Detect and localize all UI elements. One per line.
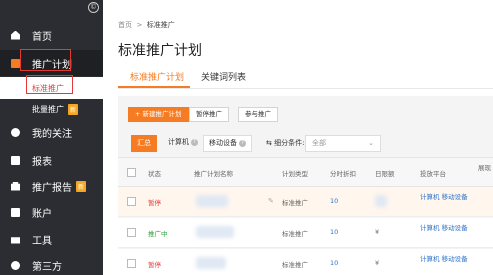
redacted-plan-name xyxy=(196,195,228,207)
table-row[interactable]: 暂停 标准推广 10 ¥ 计算机 移动设备 xyxy=(118,249,493,275)
resume-button[interactable]: 参与推广 xyxy=(238,107,278,122)
filter-icon: ⇆ xyxy=(266,139,272,147)
sidebar-item-label: 报表 xyxy=(32,156,52,168)
column-header-budget[interactable]: 日限额 xyxy=(375,168,395,178)
edit-icon[interactable]: ✎ xyxy=(268,197,274,205)
sidebar-item-label: 推广报告 xyxy=(32,182,72,194)
condition-select[interactable]: 全部 ⌄ xyxy=(305,135,381,152)
tab-standard-plans[interactable]: 标准推广计划 xyxy=(130,70,184,83)
tab-divider xyxy=(118,88,493,89)
discount-link[interactable]: 10 xyxy=(330,197,338,205)
status-text: 暂停 xyxy=(148,261,161,269)
report-icon xyxy=(11,181,20,191)
select-all-checkbox[interactable] xyxy=(127,168,136,177)
help-icon: ? xyxy=(239,139,246,147)
sidebar-item-label: 账户 xyxy=(32,208,52,220)
platform-link[interactable]: 计算机 移动设备 xyxy=(420,193,468,202)
redacted-plan-name xyxy=(196,257,226,269)
sidebar-item-label: 首页 xyxy=(32,31,52,43)
filter-all[interactable]: 汇总 xyxy=(131,135,157,152)
column-header-platform[interactable]: 投放平台 xyxy=(420,168,446,178)
annotation-box xyxy=(26,75,73,94)
breadcrumb: 首页 > 标准推广 xyxy=(118,20,175,30)
condition-label: ⇆ 细分条件: xyxy=(266,138,304,148)
redacted-budget xyxy=(375,195,387,207)
new-badge: 新 xyxy=(68,103,79,115)
sidebar-item-follow[interactable]: 我的关注 xyxy=(0,119,103,145)
platform-link[interactable]: 计算机 移动设备 xyxy=(420,224,468,233)
column-header-discount[interactable]: 分时折扣 xyxy=(330,168,356,178)
column-header-plan-type[interactable]: 计划类型 xyxy=(282,168,308,178)
sidebar-item-label: 工具 xyxy=(32,235,52,247)
sidebar-item-label: 第三方 xyxy=(32,261,62,273)
collapse-sidebar-icon[interactable]: © xyxy=(88,2,99,13)
column-header-status[interactable]: 状态 xyxy=(148,168,161,178)
condition-select-value: 全部 xyxy=(312,139,326,147)
breadcrumb-current: 标准推广 xyxy=(146,21,175,29)
filter-pc-label: 计算机 xyxy=(168,138,189,146)
table-row[interactable]: 推广中 标准推广 10 ¥ 计算机 移动设备 xyxy=(118,218,493,248)
status-text: 暂停 xyxy=(148,199,161,207)
column-header-plan-name[interactable]: 推广计划名称 xyxy=(194,168,233,178)
row-checkbox[interactable] xyxy=(127,197,136,206)
sidebar-item-third-party[interactable]: 第三方 xyxy=(0,252,103,275)
help-icon: ? xyxy=(191,138,198,146)
table-row[interactable]: 暂停 ✎ 标准推广 10 计算机 移动设备 xyxy=(118,187,493,217)
status-text: 推广中 xyxy=(148,230,168,238)
new-plan-button[interactable]: + 新建推广计划 xyxy=(128,107,189,122)
plan-type: 标准推广 xyxy=(282,261,308,269)
sidebar-item-account[interactable]: 账户 xyxy=(0,199,103,225)
page-title: 标准推广计划 xyxy=(118,43,202,59)
sidebar-subitem-batch[interactable]: 批量推广 新 xyxy=(0,98,103,120)
tool-icon xyxy=(11,237,20,244)
sidebar-item-home[interactable]: 首页 xyxy=(0,22,103,48)
condition-text: 细分条件: xyxy=(274,139,305,147)
row-checkbox[interactable] xyxy=(127,259,136,268)
globe-icon xyxy=(11,127,20,137)
sidebar-subitem-label: 批量推广 xyxy=(32,104,64,114)
plan-icon xyxy=(11,58,20,68)
column-header-impressions[interactable]: 展现 xyxy=(478,162,491,172)
platform-link[interactable]: 计算机 移动设备 xyxy=(420,255,468,264)
new-badge: 新 xyxy=(76,180,87,192)
filter-mobile[interactable]: 移动设备? xyxy=(203,135,252,152)
sidebar-item-promotion-report[interactable]: 推广报告 新 xyxy=(0,173,103,199)
sidebar-item-label: 我的关注 xyxy=(32,128,72,140)
sidebar-item-tools[interactable]: 工具 xyxy=(0,226,103,252)
annotation-box xyxy=(20,49,71,71)
report-icon xyxy=(11,155,20,165)
discount-link[interactable]: 10 xyxy=(330,228,338,236)
row-checkbox[interactable] xyxy=(127,228,136,237)
plan-type: 标准推广 xyxy=(282,230,308,238)
breadcrumb-home[interactable]: 首页 xyxy=(118,21,132,29)
sidebar-item-report[interactable]: 报表 xyxy=(0,147,103,173)
redacted-plan-name xyxy=(196,226,234,238)
tab-keyword-list[interactable]: 关键词列表 xyxy=(201,70,246,83)
breadcrumb-separator: > xyxy=(136,21,143,29)
app-root: © 首页 推广计划 标准推广 批量推广 新 我的关注 报表 推广报告 新 账户 … xyxy=(0,0,493,275)
filter-pc[interactable]: 计算机? xyxy=(163,135,203,152)
budget-value: ¥ xyxy=(375,228,380,236)
plan-type: 标准推广 xyxy=(282,199,308,207)
pause-button[interactable]: 暂停推广 xyxy=(189,107,229,122)
budget-value: ¥ xyxy=(375,259,380,267)
filter-mobile-label: 移动设备 xyxy=(209,139,237,147)
sidebar: © 首页 推广计划 标准推广 批量推广 新 我的关注 报表 推广报告 新 账户 … xyxy=(0,0,103,275)
account-icon xyxy=(11,207,20,217)
third-party-icon xyxy=(11,260,20,270)
discount-link[interactable]: 10 xyxy=(330,259,338,267)
chevron-down-icon: ⌄ xyxy=(368,139,374,147)
home-icon xyxy=(11,30,20,40)
